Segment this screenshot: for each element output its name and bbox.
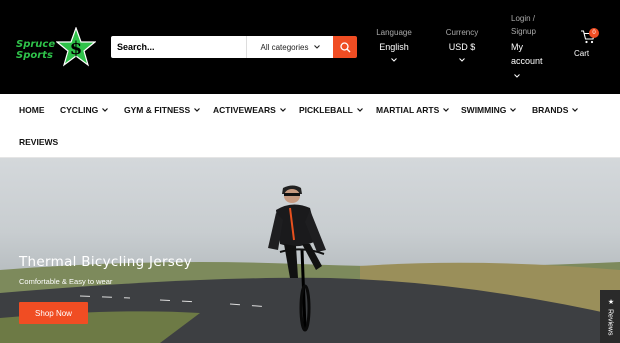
chevron-down-icon <box>443 108 450 112</box>
nav-item-swimming[interactable]: SWIMMING <box>461 104 517 116</box>
my-account-link[interactable]: My account <box>511 40 557 68</box>
main-navigation: HOME CYCLING GYM & FITNESS ACTIVEWEARS P… <box>0 94 620 158</box>
chevron-down-icon <box>514 74 520 78</box>
chevron-down-icon <box>194 108 201 112</box>
reviews-side-tab[interactable]: ★ Reviews <box>600 290 620 343</box>
chevron-down-icon <box>102 108 109 112</box>
search-button[interactable] <box>333 36 357 58</box>
shop-now-button[interactable]: Shop Now <box>19 302 88 324</box>
reviews-tab-label: Reviews <box>606 308 614 336</box>
nav-item-home[interactable]: HOME <box>19 104 45 116</box>
nav-item-gym-fitness[interactable]: GYM & FITNESS <box>124 104 201 116</box>
spruce-sports-logo[interactable]: Spruce Sports $ <box>16 27 96 67</box>
nav-item-activewears[interactable]: ACTIVEWEARS <box>213 104 286 116</box>
hero-subtitle: Comfortable & Easy to wear <box>19 277 113 286</box>
chevron-down-icon <box>459 58 465 62</box>
chevron-down-icon <box>391 58 397 62</box>
chevron-down-icon <box>572 108 579 112</box>
chevron-down-icon <box>356 108 363 112</box>
currency-selector[interactable]: Currency USD $ <box>440 28 484 62</box>
chevron-down-icon <box>510 108 517 112</box>
logo-text: Spruce Sports <box>16 39 56 61</box>
chevron-down-icon <box>279 108 286 112</box>
site-header: Spruce Sports $ All categories Language … <box>0 0 620 94</box>
category-select[interactable]: All categories <box>246 36 333 58</box>
hero-banner: Thermal Bicycling Jersey Comfortable & E… <box>0 158 620 343</box>
nav-item-cycling[interactable]: CYCLING <box>60 104 109 116</box>
nav-item-martial-arts[interactable]: MARTIAL ARTS <box>376 104 450 116</box>
currency-label: Currency <box>445 28 479 37</box>
cart-label: Cart <box>574 49 590 58</box>
cyclist-hero-image <box>0 185 620 343</box>
language-value: English <box>379 42 409 52</box>
chevron-down-icon <box>313 45 320 49</box>
currency-value: USD $ <box>448 42 476 52</box>
hero-title: Thermal Bicycling Jersey <box>19 254 193 270</box>
language-label: Language <box>376 28 412 37</box>
svg-text:$: $ <box>70 38 83 59</box>
cart-count-badge: 0 <box>589 28 599 38</box>
star-icon: ★ <box>607 297 614 306</box>
nav-item-pickleball[interactable]: PICKLEBALL <box>299 104 363 116</box>
account-menu[interactable]: Login / Signup My account <box>511 12 557 78</box>
language-selector[interactable]: Language English <box>370 28 418 62</box>
search-input[interactable] <box>111 36 246 58</box>
nav-item-reviews[interactable]: REVIEWS <box>19 136 58 148</box>
search-bar: All categories <box>111 36 357 58</box>
search-icon <box>339 41 350 52</box>
login-link[interactable]: Login / Signup <box>511 12 557 38</box>
cart-button[interactable]: 0 Cart <box>574 28 600 58</box>
nav-item-brands[interactable]: BRANDS <box>532 104 579 116</box>
star-logo-icon: $ <box>56 27 96 67</box>
